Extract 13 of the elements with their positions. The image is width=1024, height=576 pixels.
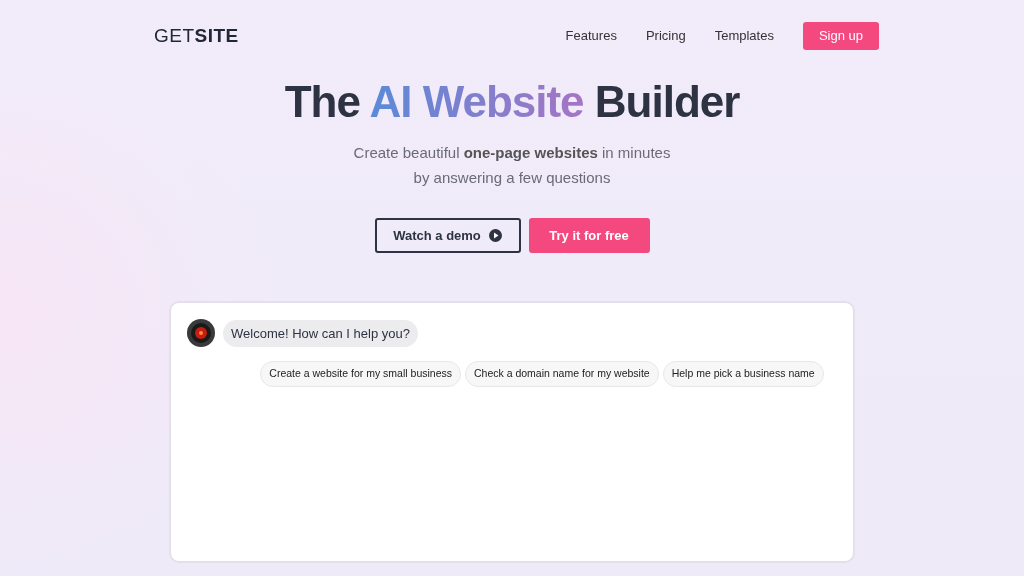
suggestion-chip[interactable]: Create a website for my small business	[260, 361, 461, 388]
logo[interactable]: GETSITE	[154, 21, 239, 51]
headline: The AI Website Builder	[284, 76, 740, 128]
suggestion-chip[interactable]: Help me pick a business name	[662, 361, 824, 388]
nav-link[interactable]: Pricing	[645, 26, 686, 46]
suggestion-chip[interactable]: Check a domain name for my website	[465, 361, 659, 388]
play-icon	[488, 229, 502, 243]
subtitle: Create beautiful one-page websites in minutes by answering a few questions	[352, 142, 672, 188]
nav-link[interactable]: Templates	[714, 26, 774, 46]
avatar-icon	[187, 319, 215, 348]
chat-message: Welcome! How can I help you?	[223, 319, 418, 348]
nav-link[interactable]: Features	[565, 26, 617, 46]
watch-demo-button[interactable]: Watch a demo	[374, 218, 521, 254]
